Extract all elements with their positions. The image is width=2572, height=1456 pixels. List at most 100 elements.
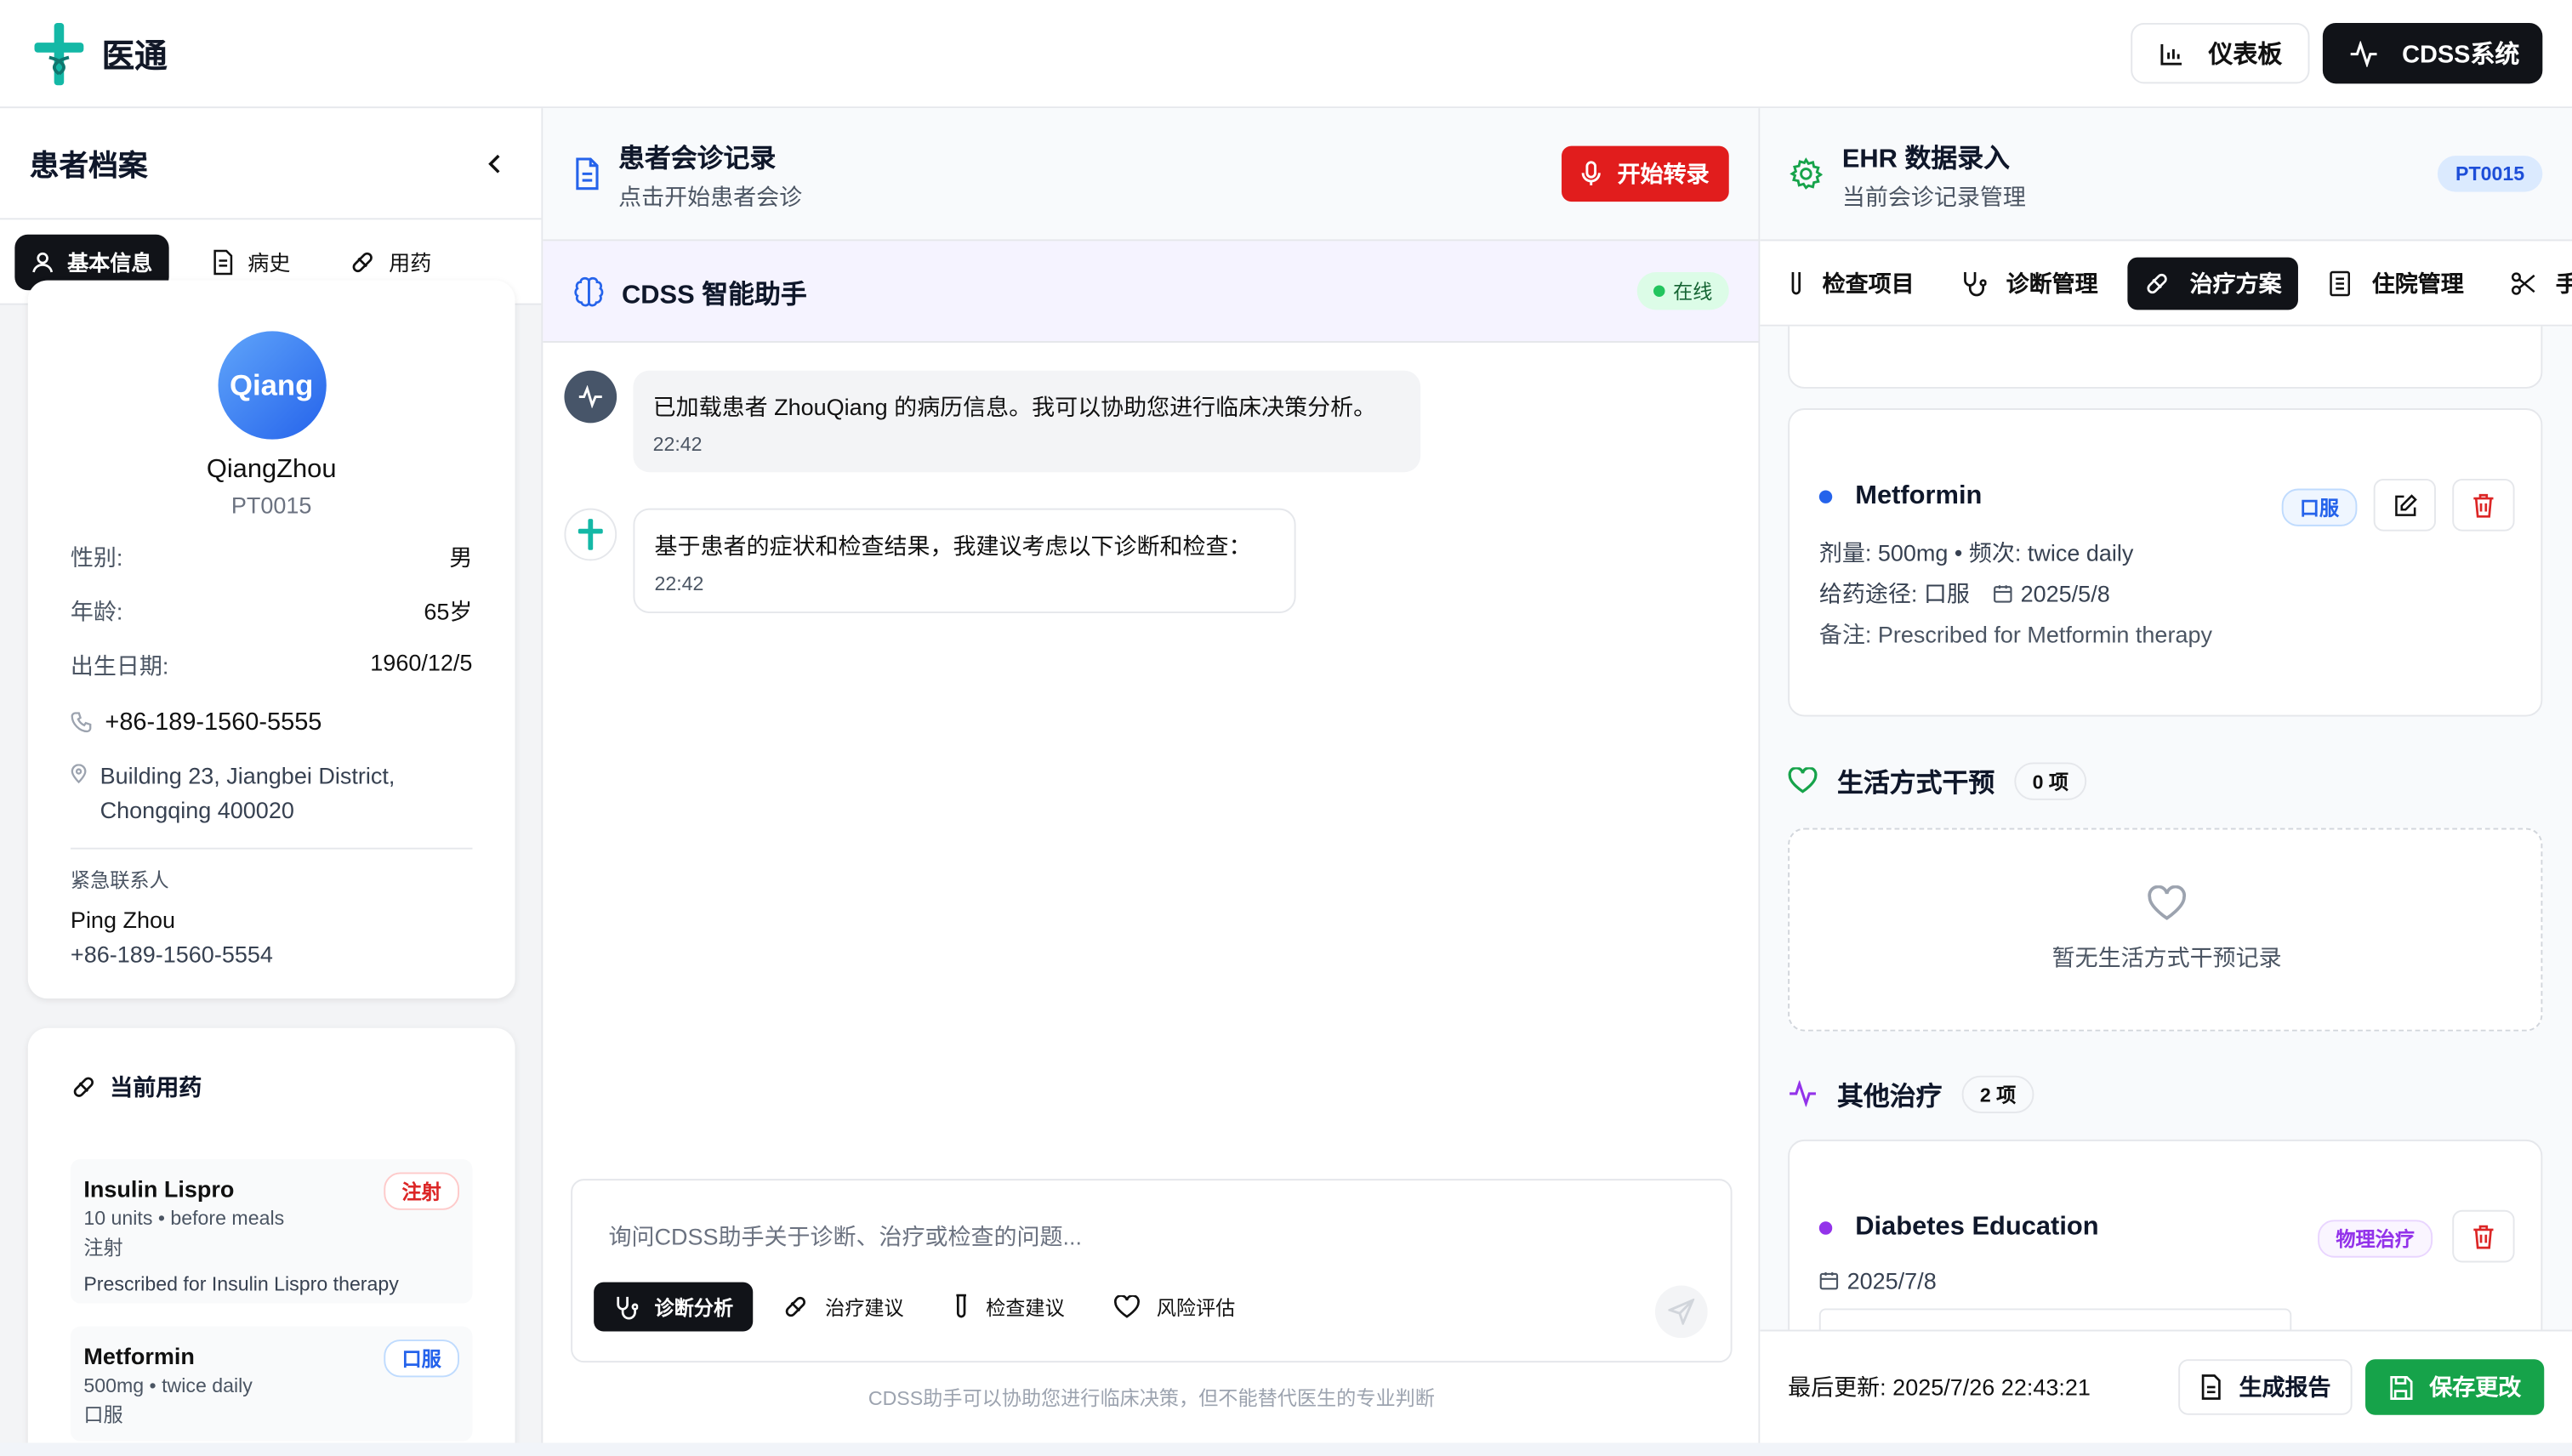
treatment-name: Diabetes Education [1855, 1213, 2099, 1242]
exam-suggestion-button[interactable]: 检查建议 [933, 1283, 1084, 1332]
lifestyle-title: 生活方式干预 [1837, 771, 1995, 799]
lifestyle-count: 0 项 [2014, 761, 2087, 799]
record-label: 开始转录 [1617, 160, 1710, 187]
treatment-date: 2025/7/8 [1846, 1267, 1937, 1294]
current-medications-card: 当前用药 Insulin Lispro 10 units • before me… [27, 1027, 515, 1443]
tab-diagnosis[interactable]: 诊断管理 [1943, 257, 2114, 310]
field-gender: 性别: 男 [70, 544, 473, 571]
chip-label: 风险评估 [1156, 1296, 1236, 1319]
consultation-panel: 患者会诊记录 点击开始患者会诊 开始转录 CDSS 智能助手 在线 已加载患者 … [543, 108, 1761, 1443]
tab-treatment[interactable]: 治疗方案 [2127, 256, 2298, 310]
ehr-subtitle: 当前会诊记录管理 [1841, 182, 2026, 209]
patient-id: PT0015 [230, 492, 312, 519]
file-text-icon [572, 157, 602, 191]
chat-input[interactable]: 询问CDSS助手关于诊断、治疗或检查的问题... [609, 1220, 1083, 1253]
start-transcription-button[interactable]: 开始转录 [1562, 145, 1729, 202]
last-updated: 最后更新: 2025/7/26 22:43:21 [1788, 1374, 2091, 1401]
treatment-dot-icon [1818, 1221, 1833, 1235]
med-name: Metformin [1855, 481, 1983, 510]
med-date: 2025/5/8 [2020, 580, 2110, 607]
route-badge: 口服 [384, 1339, 460, 1378]
lifestyle-empty-state: 暂无生活方式干预记录 [1788, 828, 2543, 1032]
other-count: 2 项 [1961, 1074, 2034, 1113]
assistant-avatar [564, 370, 617, 424]
chevron-left-icon[interactable] [479, 147, 512, 180]
delete-button[interactable] [2452, 478, 2515, 532]
app-name: 医通 [101, 39, 168, 76]
chat-message: 已加载患者 ZhouQiang 的病历信息。我可以协助您进行临床决策分析。 22… [564, 370, 1421, 473]
list-item[interactable]: Insulin Lispro 10 units • before meals 注… [70, 1159, 473, 1304]
medication-card[interactable]: Metformin 口服 剂量: 500mg • 频次: twice daily… [1788, 408, 2543, 717]
cdss-system-button[interactable]: CDSS系统 [2323, 22, 2543, 84]
chat-bubble: 基于患者的症状和检查结果，我建议考虑以下诊断和检查： 22:42 [633, 508, 1296, 614]
consultation-title: 患者会诊记录 [618, 145, 777, 173]
other-title: 其他治疗 [1837, 1083, 1943, 1112]
emergency-contact-phone: +86-189-1560-5554 [70, 941, 273, 968]
patient-id-badge: PT0015 [2437, 156, 2543, 192]
caduceus-logo-icon [30, 20, 88, 86]
list-item[interactable]: Metformin 500mg • twice daily 口服 口服 [70, 1326, 473, 1442]
med-dose: 500mg • twice daily [83, 1374, 253, 1397]
trash-icon [2472, 1223, 2495, 1249]
calendar-icon [1993, 583, 2012, 603]
chip-label: 检查建议 [986, 1296, 1065, 1319]
edit-icon [2393, 492, 2417, 517]
scissors-icon [2510, 270, 2536, 296]
brain-icon [572, 275, 606, 308]
route-badge: 注射 [384, 1172, 460, 1210]
med-note: 备注: Prescribed for Metformin therapy [1818, 621, 2212, 648]
avatar: Qiang [217, 331, 326, 440]
treatment-detail-field[interactable] [1818, 1308, 2292, 1330]
phone-row: +86-189-1560-5555 [71, 708, 473, 737]
pill-icon [350, 248, 376, 275]
gear-icon [1790, 157, 1823, 191]
pill-icon [71, 1074, 97, 1101]
calendar-icon [1819, 1271, 1839, 1290]
empty-state-text: 暂无生活方式干预记录 [2051, 944, 2282, 971]
delete-button[interactable] [2452, 1209, 2515, 1263]
patient-name: QiangZhou [206, 455, 337, 484]
emergency-contact-label: 紧急联系人 [70, 868, 169, 892]
cdss-title: CDSS 智能助手 [621, 281, 807, 310]
treatment-date-row: 2025/7/8 [1819, 1267, 1937, 1294]
med-note: Prescribed for Insulin Lispro therapy [83, 1272, 399, 1296]
med-dose: 10 units • before meals [83, 1206, 285, 1230]
edit-button[interactable] [2373, 478, 2436, 532]
save-changes-button[interactable]: 保存更改 [2365, 1359, 2545, 1415]
user-icon [31, 250, 54, 273]
file-text-icon [2199, 1374, 2222, 1401]
tab-label: 基本信息 [67, 250, 153, 276]
bar-chart-icon [2159, 40, 2186, 66]
phone-number[interactable]: +86-189-1560-5555 [105, 708, 322, 737]
document-icon [212, 248, 235, 275]
brand[interactable]: 医通 [30, 20, 168, 86]
chip-label: 治疗建议 [825, 1296, 904, 1319]
med-route-row: 给药途径: 口服 2025/5/8 [1818, 580, 2110, 607]
diagnosis-analysis-button[interactable]: 诊断分析 [594, 1282, 754, 1332]
tab-exam-items[interactable]: 检查项目 [1773, 257, 1931, 310]
treatment-suggestion-button[interactable]: 治疗建议 [763, 1283, 924, 1332]
stethoscope-icon [1960, 270, 1987, 296]
trash-icon [2472, 492, 2495, 518]
previous-card-fragment [1788, 326, 2543, 389]
assistant-avatar [564, 508, 617, 561]
emergency-contact-name: Ping Zhou [70, 907, 176, 933]
chat-input-box[interactable]: 询问CDSS助手关于诊断、治疗或检查的问题... 诊断分析 治疗建议 检查建议 … [571, 1179, 1733, 1363]
chat-message: 基于患者的症状和检查结果，我建议考虑以下诊断和检查： 22:42 [564, 508, 1296, 614]
pill-icon [2144, 270, 2171, 296]
ehr-title: EHR 数据录入 [1841, 145, 2010, 173]
other-treatment-card[interactable]: Diabetes Education 物理治疗 2025/7/8 [1788, 1139, 2543, 1330]
panel-title: 患者档案 [29, 148, 148, 182]
meds-title: 当前用药 [110, 1073, 202, 1101]
generate-report-button[interactable]: 生成报告 [2178, 1359, 2353, 1415]
send-button[interactable] [1654, 1285, 1708, 1339]
risk-assessment-button[interactable]: 风险评估 [1094, 1283, 1255, 1332]
save-icon [2388, 1374, 2413, 1400]
tab-surgery[interactable]: 手术 [2493, 257, 2572, 310]
patient-profile-panel: 患者档案 基本信息 病史 用药 Qiang QiangZhou PT0015 性… [0, 108, 543, 1443]
send-icon [1668, 1298, 1695, 1325]
dashboard-button[interactable]: 仪表板 [2131, 22, 2311, 84]
chat-bubble: 已加载患者 ZhouQiang 的病历信息。我可以协助您进行临床决策分析。 22… [633, 370, 1421, 473]
tab-inpatient[interactable]: 住院管理 [2311, 257, 2480, 310]
field-age: 年龄: 65岁 [70, 598, 473, 625]
